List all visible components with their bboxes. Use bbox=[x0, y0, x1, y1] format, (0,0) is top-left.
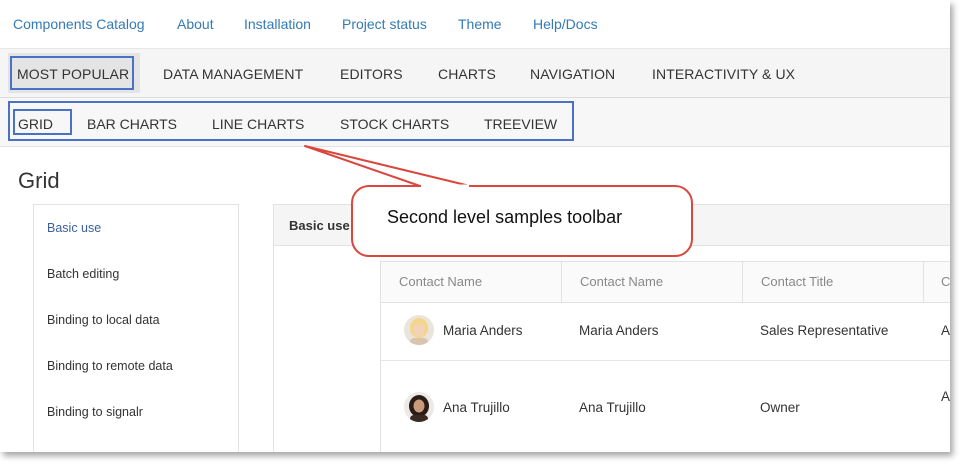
app-frame: Components Catalog About Installation Pr… bbox=[0, 0, 950, 452]
callout-pointer-joint bbox=[421, 184, 469, 188]
